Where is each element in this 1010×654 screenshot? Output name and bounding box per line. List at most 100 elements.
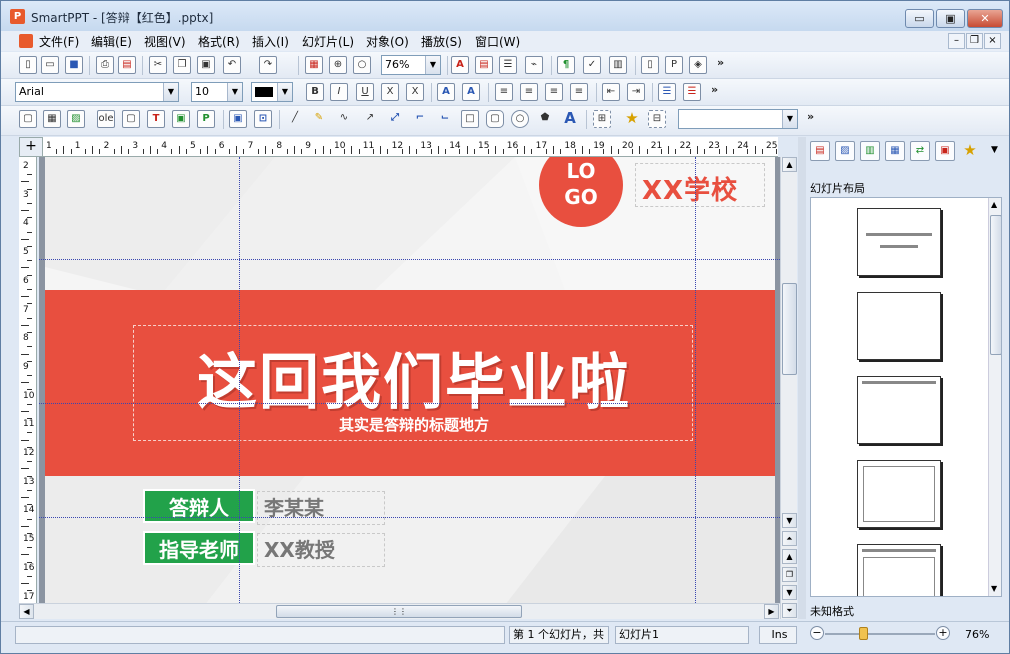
layout-title-top[interactable] <box>857 376 941 444</box>
design-tab-icon[interactable]: ▨ <box>835 141 855 161</box>
color-scheme-icon[interactable]: ▥ <box>860 141 880 161</box>
menu-window[interactable]: 窗口(W) <box>475 33 520 50</box>
select-frame-icon[interactable]: ▢ <box>19 110 37 128</box>
cut-icon[interactable]: ✂ <box>149 56 167 74</box>
arrow-icon[interactable]: ↗ <box>361 110 379 128</box>
ole-icon[interactable]: ole <box>97 110 115 128</box>
menu-slide[interactable]: 幻灯片(L) <box>302 33 354 50</box>
zoom-in-icon[interactable]: + <box>936 626 950 640</box>
scroll-up-icon[interactable]: ▲ <box>991 200 997 209</box>
elbow-arrow-icon[interactable]: ⌙ <box>436 110 454 128</box>
group-icon[interactable]: ⊞ <box>593 110 611 128</box>
mdi-minimize-button[interactable]: – <box>948 33 965 49</box>
doc-icon[interactable] <box>19 34 33 48</box>
calendar-icon[interactable]: ▦ <box>305 56 323 74</box>
indent-increase-icon[interactable]: ⇥ <box>627 83 645 101</box>
ruler-corner[interactable]: + <box>19 137 43 157</box>
title-placeholder[interactable]: 这回我们毕业啦 其实是答辩的标题地方 <box>133 325 693 441</box>
justify-icon[interactable]: ≡ <box>570 83 588 101</box>
chevron-down-icon[interactable]: ▼ <box>991 145 998 155</box>
advisor-value[interactable]: XX教授 <box>257 533 385 567</box>
panel-splitter[interactable] <box>798 137 806 619</box>
elbow-connector-icon[interactable]: ⌐ <box>411 110 429 128</box>
slide-canvas[interactable]: 这回我们毕业啦 其实是答辩的标题地方 LO GO XX学校 答辩人 李某某 指导… <box>39 157 780 605</box>
paragraph-icon[interactable]: ¶ <box>557 56 575 74</box>
open-icon[interactable]: ▭ <box>41 56 59 74</box>
menu-edit[interactable]: 编辑(E) <box>91 33 132 50</box>
strikethrough-double-icon[interactable]: X <box>406 83 424 101</box>
zoom-icon[interactable]: ⊕ <box>329 56 347 74</box>
guide-line-vertical[interactable] <box>695 157 696 605</box>
shapes-icon[interactable]: ⬟ <box>536 110 554 128</box>
text-frame-icon[interactable]: T <box>147 110 165 128</box>
school-placeholder[interactable]: XX学校 <box>635 163 765 207</box>
guide-line-horizontal[interactable] <box>39 259 780 260</box>
layout-frame[interactable] <box>857 460 941 528</box>
vertical-scrollbar[interactable]: ▲ ▼ ⏶ ▲ ❐ ▼ ⏷ <box>780 157 797 619</box>
panel-scroll-thumb[interactable] <box>990 215 1001 355</box>
chart-icon[interactable]: ▥ <box>609 56 627 74</box>
close-button[interactable]: ✕ <box>967 9 1003 28</box>
chevron-down-icon[interactable]: ▼ <box>163 83 178 101</box>
panel-scrollbar[interactable]: ▲ ▼ <box>988 198 1001 596</box>
guide-line-horizontal[interactable] <box>39 517 780 518</box>
numbered-list-icon[interactable]: ☰ <box>683 83 701 101</box>
line-icon[interactable]: ╱ <box>286 110 304 128</box>
connector-icon[interactable]: ⤢ <box>386 110 404 128</box>
prev-page-icon[interactable]: ▲ <box>782 549 797 564</box>
minimize-button[interactable]: ▭ <box>905 9 934 28</box>
chevron-down-icon[interactable]: ▼ <box>782 110 797 128</box>
mdi-restore-button[interactable]: ❐ <box>966 33 983 49</box>
table-icon[interactable]: ▦ <box>43 110 61 128</box>
copy-icon[interactable]: ❐ <box>173 56 191 74</box>
animation-icon[interactable]: ▣ <box>935 141 955 161</box>
resize-icon[interactable]: ⊡ <box>254 110 272 128</box>
ungroup-icon[interactable]: ⊟ <box>648 110 666 128</box>
curve-icon[interactable]: ∿ <box>335 110 353 128</box>
menu-play[interactable]: 播放(S) <box>421 33 462 50</box>
list-icon[interactable]: ☰ <box>499 56 517 74</box>
paste-icon[interactable]: ▣ <box>197 56 215 74</box>
font-select[interactable]: Arial ▼ <box>15 82 179 102</box>
align-center-icon[interactable]: ≡ <box>520 83 538 101</box>
new-icon[interactable]: ▯ <box>19 56 37 74</box>
menu-format[interactable]: 格式(R) <box>198 33 240 50</box>
toolbar-more-icon[interactable]: » <box>807 110 814 123</box>
align-right-icon[interactable]: ≡ <box>545 83 563 101</box>
layout-title-only[interactable] <box>857 208 941 276</box>
object-icon[interactable]: ▣ <box>229 110 247 128</box>
frame-icon[interactable]: ▢ <box>122 110 140 128</box>
layout-blank[interactable] <box>857 292 941 360</box>
text-color-icon[interactable]: A <box>451 56 469 74</box>
scroll-left-icon[interactable]: ◀ <box>19 604 34 619</box>
chevron-down-icon[interactable]: ▼ <box>277 83 292 101</box>
font-size-select[interactable]: 10 ▼ <box>191 82 243 102</box>
scroll-down-icon[interactable]: ▼ <box>782 513 797 528</box>
wordart-icon[interactable]: A <box>561 110 579 128</box>
style-select[interactable]: ▼ <box>678 109 798 129</box>
scroll-thumb[interactable] <box>782 283 797 375</box>
next-page-icon[interactable]: ▼ <box>782 585 797 600</box>
image-icon[interactable]: ▤ <box>475 56 493 74</box>
picture-icon[interactable]: ▨ <box>67 110 85 128</box>
strikethrough-icon[interactable]: X <box>381 83 399 101</box>
rectangle-icon[interactable]: □ <box>461 110 479 128</box>
zoom-select[interactable]: 76% ▼ <box>381 55 441 75</box>
bullet-list-icon[interactable]: ☰ <box>658 83 676 101</box>
mdi-close-button[interactable]: × <box>984 33 1001 49</box>
star-icon[interactable]: ★ <box>623 110 641 128</box>
toolbar-more-icon[interactable]: » <box>711 83 718 96</box>
toolbar-more-icon[interactable]: » <box>717 56 724 69</box>
font-shrink-icon[interactable]: A <box>462 83 480 101</box>
color-select[interactable]: ▼ <box>251 82 293 102</box>
align-left-icon[interactable]: ≡ <box>495 83 513 101</box>
check-icon[interactable]: ✓ <box>583 56 601 74</box>
horizontal-scrollbar[interactable]: ◀ ⋮⋮ ▶ <box>19 603 780 619</box>
defender-value[interactable]: 李某某 <box>257 491 385 525</box>
next-slide-icon[interactable]: ⏷ <box>782 603 797 618</box>
layout-list[interactable]: ▲ ▼ <box>810 197 1002 597</box>
guide-line-horizontal[interactable] <box>39 403 780 404</box>
zoom-out-icon[interactable]: − <box>810 626 824 640</box>
brush-icon[interactable]: ⌁ <box>525 56 543 74</box>
zoom-slider[interactable] <box>825 633 935 635</box>
